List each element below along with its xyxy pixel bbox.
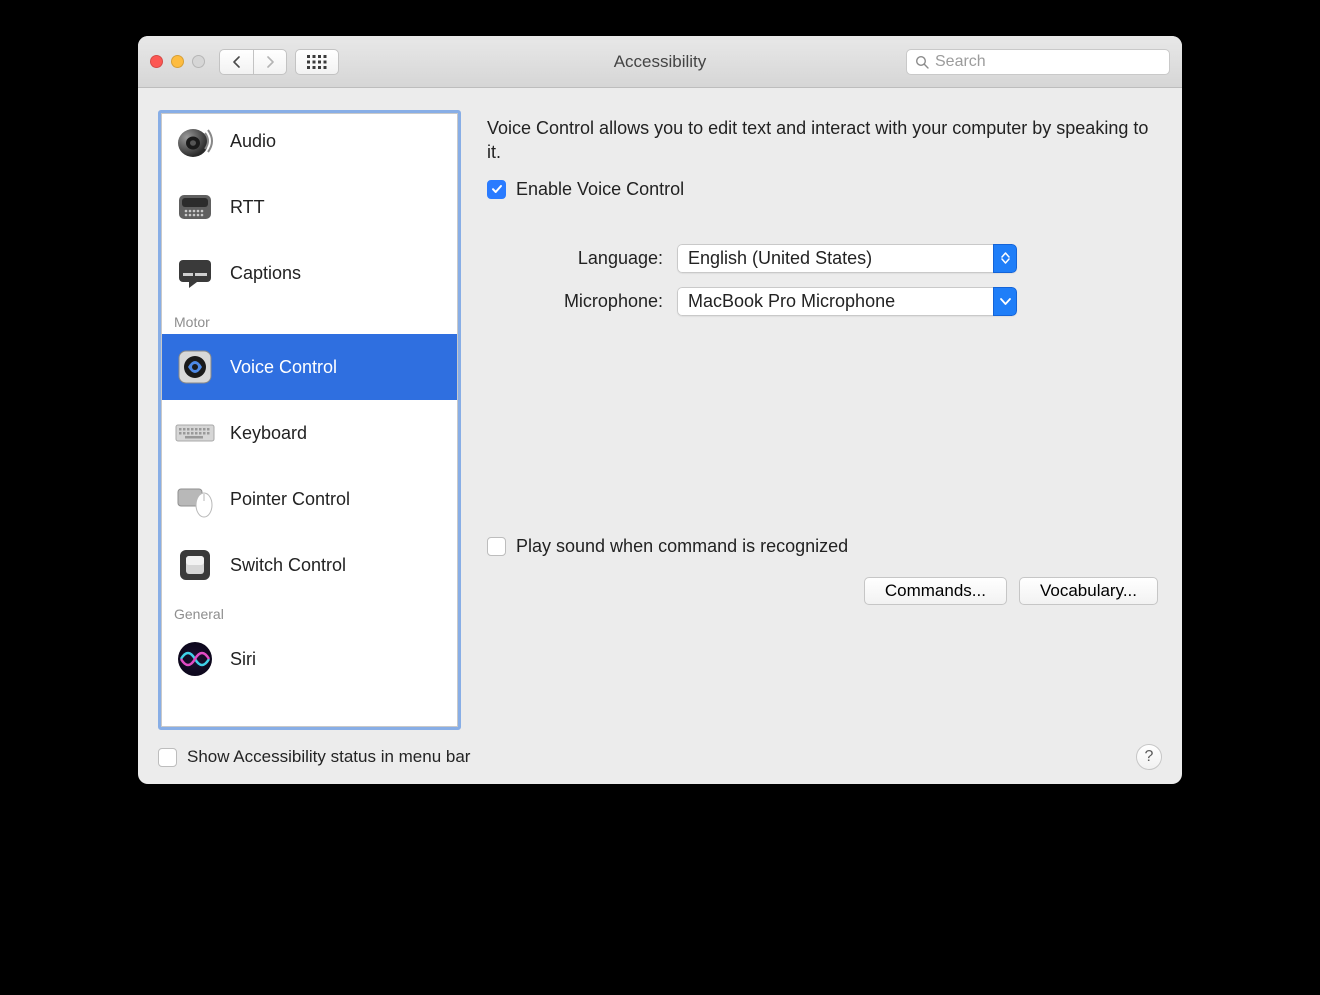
microphone-label: Microphone: xyxy=(487,291,663,312)
window-controls xyxy=(150,55,205,68)
sidebar-item-audio[interactable]: Audio xyxy=(162,113,457,174)
microphone-row: Microphone: MacBook Pro Microphone xyxy=(487,287,1158,316)
enable-voice-control-checkbox[interactable] xyxy=(487,180,506,199)
language-label: Language: xyxy=(487,248,663,269)
sidebar-item-label: Siri xyxy=(230,649,256,670)
sidebar-item-voice-control[interactable]: Voice Control xyxy=(162,334,457,400)
sidebar-item-rtt[interactable]: RTT xyxy=(162,174,457,240)
microphone-popup[interactable]: MacBook Pro Microphone xyxy=(677,287,1017,316)
speaker-icon xyxy=(174,120,216,162)
status-menubar-checkbox[interactable] xyxy=(158,748,177,767)
enable-voice-control-row[interactable]: Enable Voice Control xyxy=(487,179,1158,200)
vocabulary-button[interactable]: Vocabulary... xyxy=(1019,577,1158,605)
back-button[interactable] xyxy=(219,49,253,75)
footer: Show Accessibility status in menu bar ? xyxy=(158,744,1162,770)
main-panel: Voice Control allows you to edit text an… xyxy=(483,110,1162,730)
zoom-button xyxy=(192,55,205,68)
language-value: English (United States) xyxy=(677,244,993,273)
sidebar-header-general: General xyxy=(162,598,457,626)
microphone-value: MacBook Pro Microphone xyxy=(677,287,993,316)
play-sound-row[interactable]: Play sound when command is recognized xyxy=(487,536,1158,557)
keyboard-icon xyxy=(174,412,216,454)
switch-control-icon xyxy=(174,544,216,586)
sidebar-item-label: Switch Control xyxy=(230,555,346,576)
sidebar-item-label: Audio xyxy=(230,131,276,152)
sidebar-item-label: Keyboard xyxy=(230,423,307,444)
captions-icon xyxy=(174,252,216,294)
close-button[interactable] xyxy=(150,55,163,68)
pointer-control-icon xyxy=(174,478,216,520)
nav-back-forward xyxy=(219,49,287,75)
checkmark-icon xyxy=(491,183,503,195)
popup-stepper-icon xyxy=(993,244,1017,273)
search-icon xyxy=(915,55,929,69)
sidebar-header-motor: Motor xyxy=(162,306,457,334)
chevron-right-icon xyxy=(265,56,275,68)
status-menubar-label: Show Accessibility status in menu bar xyxy=(187,747,470,767)
sidebar-item-switch-control[interactable]: Switch Control xyxy=(162,532,457,598)
search-input[interactable] xyxy=(935,53,1161,71)
enable-voice-control-label: Enable Voice Control xyxy=(516,179,684,200)
voice-control-icon xyxy=(174,346,216,388)
show-all-button[interactable] xyxy=(295,49,339,75)
chevron-left-icon xyxy=(232,56,242,68)
minimize-button[interactable] xyxy=(171,55,184,68)
sidebar-item-siri[interactable]: Siri xyxy=(162,626,457,692)
chevron-down-icon xyxy=(993,287,1017,316)
sidebar-item-label: Pointer Control xyxy=(230,489,350,510)
language-popup[interactable]: English (United States) xyxy=(677,244,1017,273)
titlebar: Accessibility xyxy=(138,36,1182,88)
sidebar[interactable]: Audio RTT Captions Motor xyxy=(161,113,458,727)
play-sound-label: Play sound when command is recognized xyxy=(516,536,848,557)
siri-icon xyxy=(174,638,216,680)
help-button[interactable]: ? xyxy=(1136,744,1162,770)
sidebar-item-pointer-control[interactable]: Pointer Control xyxy=(162,466,457,532)
question-mark-icon: ? xyxy=(1145,748,1154,766)
grid-icon xyxy=(307,55,327,69)
description-text: Voice Control allows you to edit text an… xyxy=(487,116,1158,165)
sidebar-item-label: Voice Control xyxy=(230,357,337,378)
play-sound-checkbox[interactable] xyxy=(487,537,506,556)
rtt-icon xyxy=(174,186,216,228)
commands-button[interactable]: Commands... xyxy=(864,577,1007,605)
search-field[interactable] xyxy=(906,49,1170,75)
forward-button xyxy=(253,49,287,75)
sidebar-item-label: RTT xyxy=(230,197,265,218)
language-row: Language: English (United States) xyxy=(487,244,1158,273)
sidebar-focus-ring: Audio RTT Captions Motor xyxy=(158,110,461,730)
sidebar-item-keyboard[interactable]: Keyboard xyxy=(162,400,457,466)
sidebar-item-label: Captions xyxy=(230,263,301,284)
preferences-window: Accessibility Audio xyxy=(138,36,1182,784)
sidebar-item-captions[interactable]: Captions xyxy=(162,240,457,306)
